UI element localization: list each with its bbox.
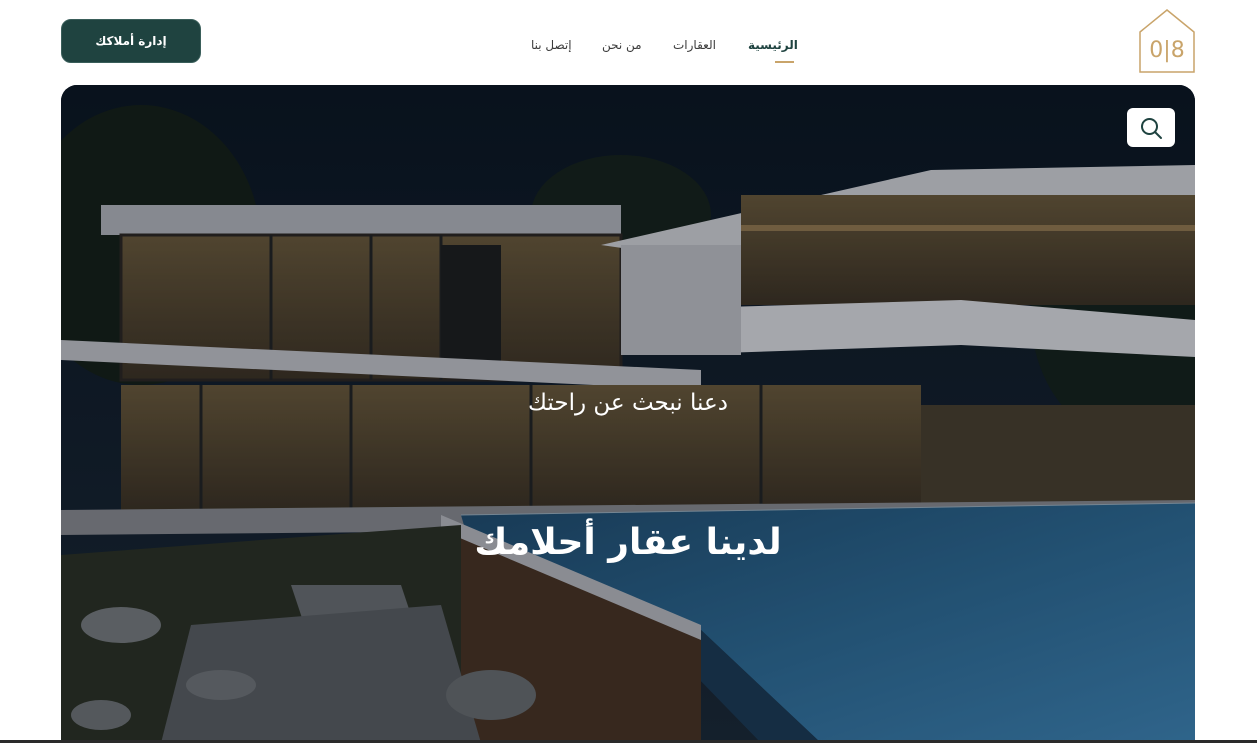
manage-properties-button[interactable]: إدارة أملاكك <box>61 19 201 63</box>
nav-active-indicator <box>775 61 794 63</box>
nav-item-properties[interactable]: العقارات <box>673 38 716 52</box>
nav-item-home[interactable]: الرئيسية <box>748 38 798 52</box>
search-button[interactable] <box>1127 108 1175 147</box>
search-icon <box>1141 117 1162 139</box>
nav-item-contact[interactable]: إتصل بنا <box>531 38 572 52</box>
hero-title: لدينا عقار أحلامك <box>474 522 782 563</box>
page: 8|0 الرئيسية العقارات من نحن إتصل بنا إد… <box>0 0 1257 743</box>
site-header: 8|0 الرئيسية العقارات من نحن إتصل بنا إد… <box>0 0 1257 85</box>
nav-item-about[interactable]: من نحن <box>602 38 642 52</box>
hero-subtitle: دعنا نبحث عن راحتك <box>528 390 728 416</box>
